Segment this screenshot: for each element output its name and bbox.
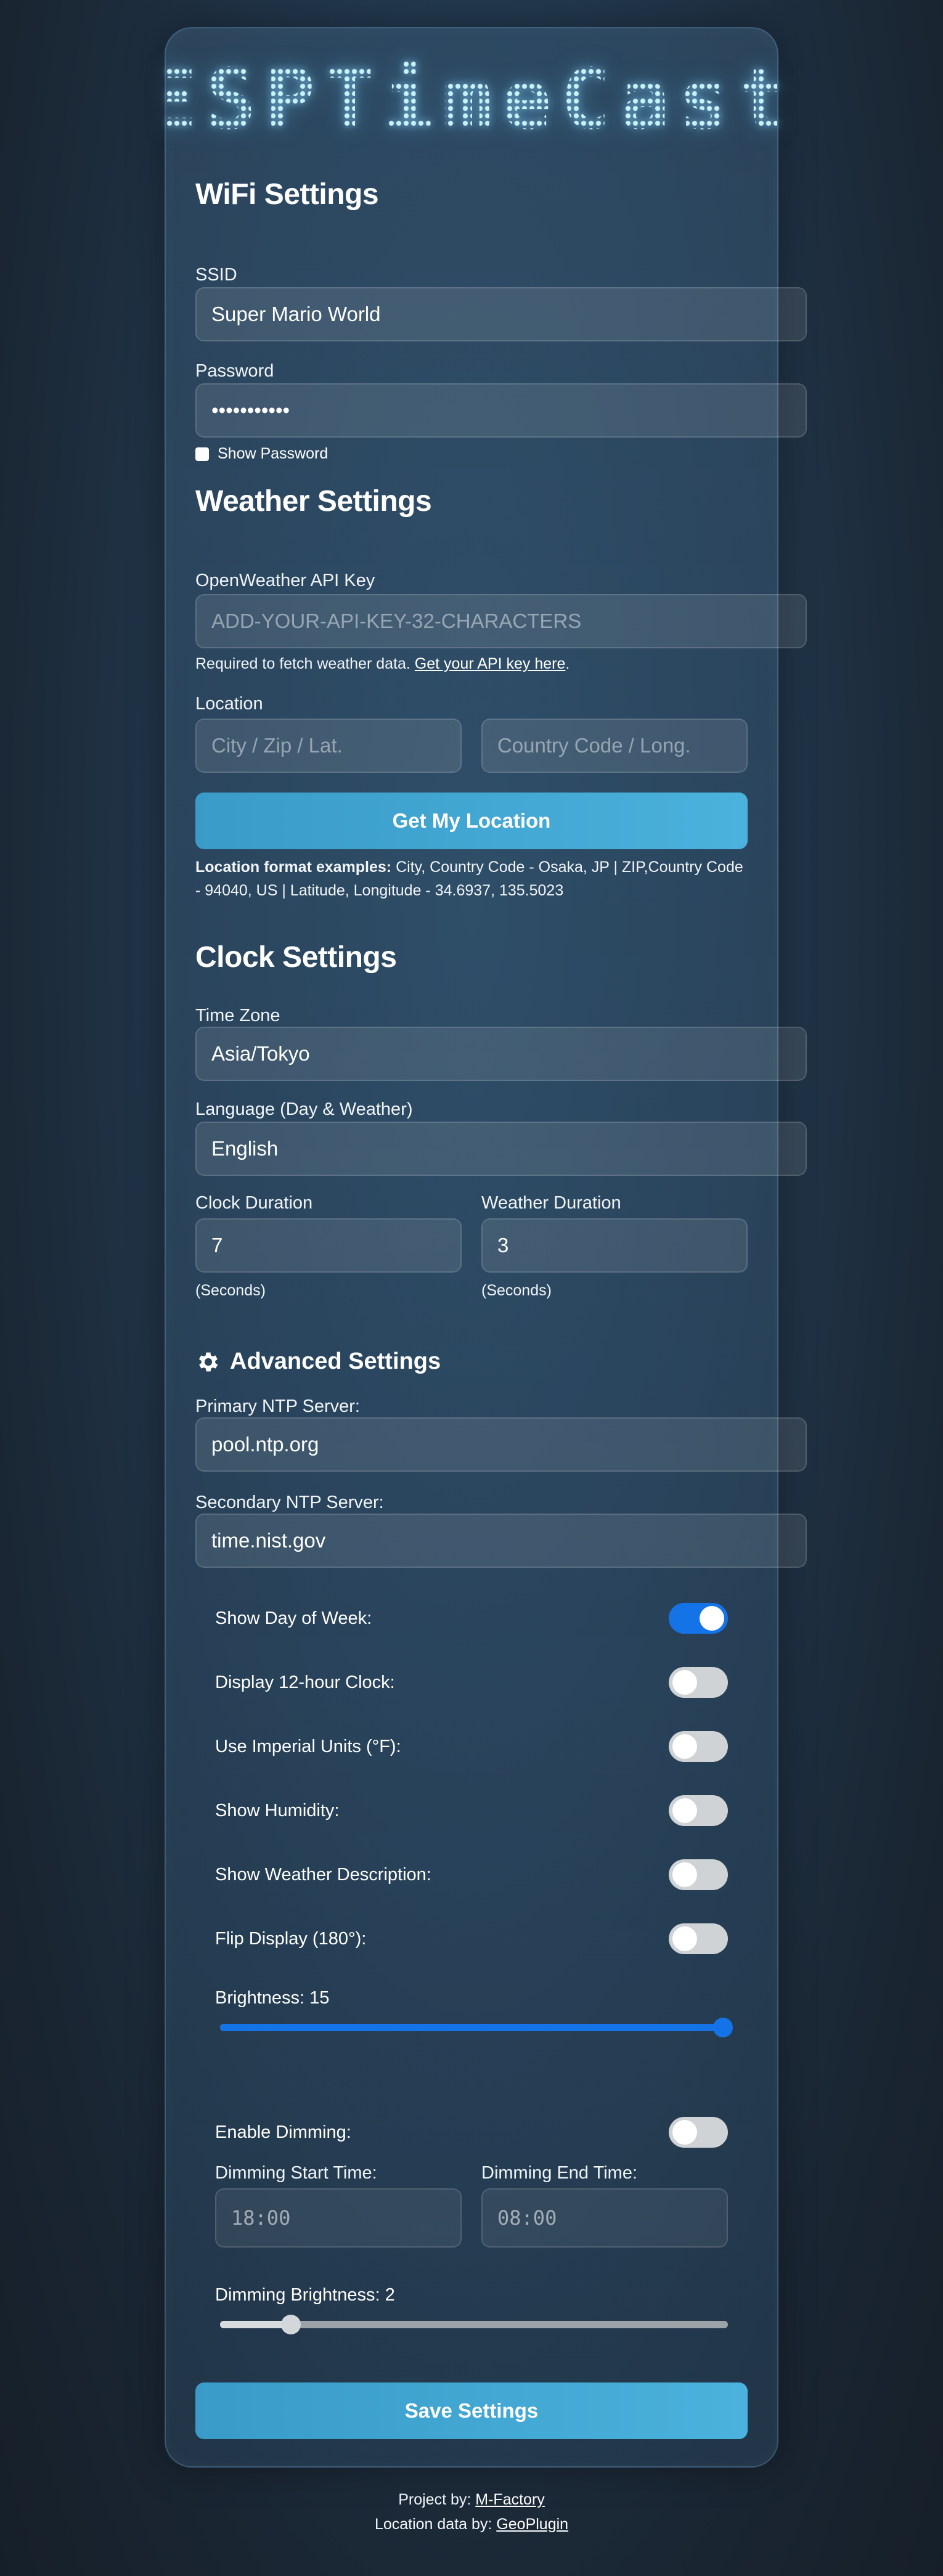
dimming-time-row: Dimming Start Time: Dimming End Time: (195, 2163, 748, 2248)
api-key-link[interactable]: Get your API key here (415, 655, 566, 672)
duration-row: Clock Duration (Seconds) Weather Duratio… (195, 1193, 748, 1302)
flip-display-toggle[interactable] (669, 1923, 728, 1954)
password-input[interactable] (195, 383, 807, 438)
toggle-label: Show Humidity: (215, 1800, 340, 1820)
format-bold: Location format examples: (195, 858, 392, 876)
weather-seconds-note: (Seconds) (481, 1282, 552, 1299)
humidity-toggle[interactable] (669, 1795, 728, 1826)
imperial-toggle[interactable] (669, 1731, 728, 1762)
location-credit: Location data by: GeoPlugin (0, 2512, 943, 2537)
city-input[interactable] (195, 719, 462, 773)
m-factory-link[interactable]: M-Factory (475, 2491, 545, 2508)
slider-thumb[interactable] (713, 2018, 733, 2037)
settings-card: ESPTimeCast WiFi Settings SSID Password … (147, 27, 807, 2468)
toggle-row-weather-description: Show Weather Description: (195, 1856, 748, 1893)
toggle-row-dimming: Enable Dimming: (195, 2114, 748, 2151)
api-key-label: OpenWeather API Key (195, 571, 375, 590)
toggle-label: Display 12-hour Clock: (215, 1672, 395, 1692)
project-credit: Project by: M-Factory (0, 2487, 943, 2512)
brightness-label: Brightness: 15 (215, 1988, 330, 2008)
api-key-help: Required to fetch weather data. Get your… (195, 652, 748, 675)
dim-end-input[interactable] (481, 2188, 728, 2248)
slider-thumb[interactable] (281, 2315, 301, 2334)
geoplugin-link[interactable]: GeoPlugin (496, 2516, 568, 2533)
secondary-ntp-input[interactable] (195, 1514, 807, 1568)
api-help-end: . (565, 655, 570, 672)
show-password-label: Show Password (218, 445, 329, 462)
primary-ntp-input[interactable] (195, 1417, 807, 1472)
toggle-knob (672, 1734, 697, 1759)
slider-fill (220, 2024, 728, 2031)
brightness-slider[interactable] (215, 2015, 733, 2040)
toggle-knob (672, 1798, 697, 1823)
dim-end-label: Dimming End Time: (481, 2163, 638, 2183)
location-label: Location (195, 694, 263, 714)
save-settings-button[interactable]: Save Settings (195, 2382, 748, 2439)
weather-description-toggle[interactable] (669, 1859, 728, 1890)
dimming-label: Enable Dimming: (215, 2122, 351, 2142)
ssid-input[interactable] (195, 287, 807, 341)
dim-start-label: Dimming Start Time: (215, 2163, 377, 2183)
location-prefix: Location data by: (374, 2516, 497, 2533)
weather-heading: Weather Settings (195, 485, 432, 518)
dim-brightness-slider[interactable] (215, 2312, 728, 2337)
advanced-heading-row[interactable]: Advanced Settings (195, 1348, 748, 1375)
secondary-ntp-label: Secondary NTP Server: (195, 1493, 384, 1512)
toggle-row-flip-display: Flip Display (180°): (195, 1920, 748, 1957)
language-select[interactable] (195, 1122, 807, 1176)
timezone-label: Time Zone (195, 1006, 280, 1025)
app-logo: ESPTimeCast (147, 38, 788, 161)
primary-ntp-label: Primary NTP Server: (195, 1396, 360, 1416)
gear-icon (195, 1349, 221, 1375)
toggle-knob (700, 1606, 724, 1631)
weather-duration-input[interactable] (481, 1218, 748, 1273)
clock-duration-label: Clock Duration (195, 1193, 313, 1213)
dim-start-input[interactable] (215, 2188, 462, 2248)
day-of-week-toggle[interactable] (669, 1603, 728, 1634)
toggle-label: Show Day of Week: (215, 1608, 372, 1628)
toggle-row-imperial: Use Imperial Units (°F): (195, 1728, 748, 1765)
weather-duration-label: Weather Duration (481, 1193, 621, 1213)
toggle-label: Use Imperial Units (°F): (215, 1736, 401, 1756)
footer: Project by: M-Factory Location data by: … (0, 2487, 943, 2537)
location-row (195, 719, 748, 773)
ssid-label: SSID (195, 265, 237, 285)
location-format-help: Location format examples: City, Country … (195, 855, 748, 902)
get-location-button[interactable]: Get My Location (195, 793, 748, 849)
language-label: Language (Day & Weather) (195, 1099, 413, 1119)
country-input[interactable] (481, 719, 748, 773)
api-key-input[interactable] (195, 594, 807, 648)
wifi-heading: WiFi Settings (195, 178, 379, 211)
password-label: Password (195, 361, 274, 381)
toggle-label: Show Weather Description: (215, 1864, 431, 1885)
timezone-select[interactable] (195, 1027, 807, 1081)
toggle-knob (672, 1670, 697, 1695)
project-prefix: Project by: (398, 2491, 476, 2508)
clock-heading: Clock Settings (195, 941, 397, 974)
dimming-toggle[interactable] (669, 2117, 728, 2148)
dim-brightness-label: Dimming Brightness: 2 (215, 2285, 395, 2305)
show-password-row: Show Password (195, 445, 748, 463)
advanced-heading: Advanced Settings (230, 1348, 441, 1374)
clock-seconds-note: (Seconds) (195, 1282, 266, 1299)
toggle-row-day-of-week: Show Day of Week: (195, 1600, 748, 1637)
toggle-knob (672, 2120, 697, 2145)
toggle-row-humidity: Show Humidity: (195, 1792, 748, 1829)
api-help-text: Required to fetch weather data. (195, 655, 415, 672)
toggle-label: Flip Display (180°): (215, 1928, 367, 1949)
toggle-knob (672, 1862, 697, 1887)
toggle-knob (672, 1926, 697, 1951)
12-hour-toggle[interactable] (669, 1667, 728, 1698)
toggle-row-12-hour: Display 12-hour Clock: (195, 1664, 748, 1701)
show-password-checkbox[interactable] (195, 447, 209, 461)
toggle-list: Show Day of Week: Display 12-hour Clock:… (195, 1600, 748, 1957)
slider-fill (220, 2321, 292, 2328)
clock-duration-input[interactable] (195, 1218, 462, 1273)
